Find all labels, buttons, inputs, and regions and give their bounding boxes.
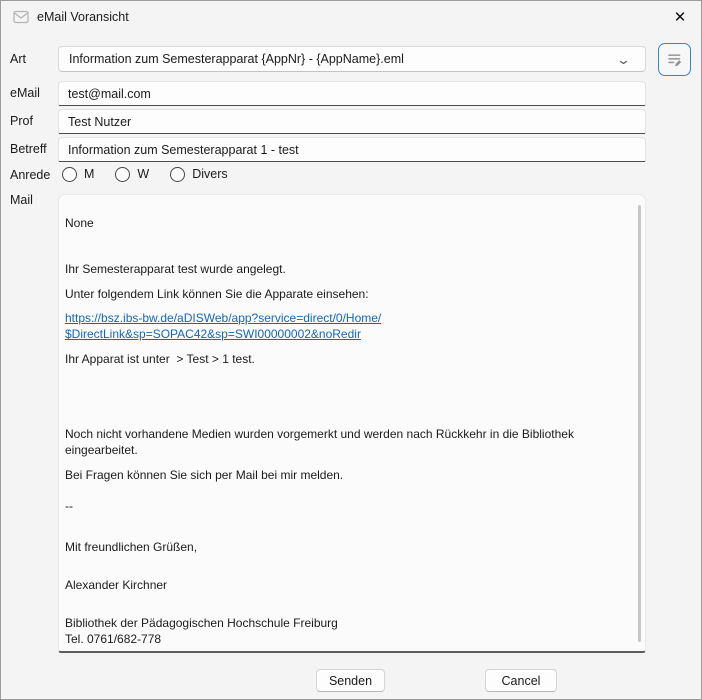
mail-paragraph: Bibliothek der Pädagogischen Hochschule … [65,615,631,647]
prof-label: Prof [10,114,33,128]
email-preview-dialog: eMail Voransicht ✕ Art Information zum S… [0,0,702,700]
cancel-button-label: Cancel [502,674,541,688]
betreff-label: Betreff [10,142,47,156]
mail-paragraph: Bei Fragen können Sie sich per Mail bei … [65,467,631,483]
send-button-label: Senden [329,674,372,688]
mail-paragraph: Unter folgendem Link können Sie die Appa… [65,286,631,302]
template-dropdown-value: Information zum Semesterapparat {AppNr} … [69,52,618,66]
art-label: Art [10,52,26,66]
close-icon: ✕ [674,8,687,26]
mail-paragraph: Alexander Kirchner [65,577,631,593]
scrollbar-thumb[interactable] [638,205,641,642]
send-button[interactable]: Senden [316,669,385,692]
radio-divers-label: Divers [192,167,227,181]
template-dropdown[interactable]: Information zum Semesterapparat {AppNr} … [58,46,646,72]
close-button[interactable]: ✕ [663,3,697,31]
edit-list-icon [666,51,683,68]
betreff-field[interactable] [58,137,646,162]
mail-label: Mail [10,193,33,207]
envelope-icon [13,10,29,24]
mail-paragraph: None [65,215,631,231]
mail-paragraph: Ihr Semesterapparat test wurde angelegt. [65,261,631,277]
radio-w[interactable] [115,167,130,182]
email-label: eMail [10,86,40,100]
anrede-label: Anrede [10,168,50,182]
radio-m[interactable] [62,167,77,182]
mail-paragraph: Mit freundlichen Grüßen, [65,539,631,555]
mail-body-textarea[interactable]: None Ihr Semesterapparat test wurde ange… [58,194,646,653]
mail-paragraph: Noch nicht vorhandene Medien wurden vorg… [65,426,631,458]
radio-divers[interactable] [170,167,185,182]
mail-paragraph: Ihr Apparat ist unter > Test > 1 test. [65,351,631,367]
mail-paragraph: -- [65,498,631,514]
chevron-down-icon: ⌄ [616,53,631,66]
window-title: eMail Voransicht [37,10,129,24]
titlebar: eMail Voransicht ✕ [1,1,701,33]
radio-m-label: M [84,167,94,181]
cancel-button[interactable]: Cancel [485,669,557,692]
prof-field[interactable] [58,109,646,134]
email-field[interactable] [58,81,646,106]
edit-template-button[interactable] [658,43,691,76]
radio-w-label: W [137,167,149,181]
mail-link[interactable]: https://bsz.ibs-bw.de/aDISWeb/app?servic… [65,310,631,342]
anrede-radio-group: M W Divers [62,165,228,183]
